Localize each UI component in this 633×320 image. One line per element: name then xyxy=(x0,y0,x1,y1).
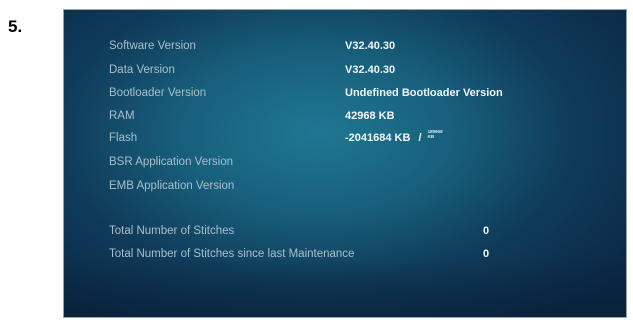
flash-total-bottom: KB xyxy=(427,134,435,139)
flash-label: Flash xyxy=(109,132,138,144)
flash-total: 180608 KB xyxy=(428,129,443,139)
stitches-since-maintenance-label: Total Number of Stitches since last Main… xyxy=(109,248,355,260)
info-row-data-version: Data Version V32.40.30 xyxy=(109,63,395,77)
stitch-row-total: Total Number of Stitches 0 xyxy=(109,224,489,238)
software-version-value: V32.40.30 xyxy=(345,40,396,52)
emb-application-version-label: EMB Application Version xyxy=(109,180,235,192)
data-version-label: Data Version xyxy=(109,64,175,76)
info-row-bootloader-version: Bootloader Version Undefined Bootloader … xyxy=(109,86,503,100)
bootloader-version-value: Undefined Bootloader Version xyxy=(345,87,503,99)
ram-label: RAM xyxy=(109,110,135,122)
step-number: 5. xyxy=(8,17,23,36)
stitches-since-maintenance-value: 0 xyxy=(483,248,490,260)
page: 5. Software Version V32.40.30 Data Versi… xyxy=(0,0,633,320)
info-row-bsr-application-version: BSR Application Version xyxy=(109,155,233,169)
info-row-flash: Flash -2041684 KB / 180608 KB xyxy=(109,129,443,145)
software-version-label: Software Version xyxy=(109,40,196,52)
bootloader-version-label: Bootloader Version xyxy=(109,87,207,99)
stitch-row-since-maintenance: Total Number of Stitches since last Main… xyxy=(109,247,489,261)
bsr-application-version-label: BSR Application Version xyxy=(109,156,234,168)
machine-info-screen: Software Version V32.40.30 Data Version … xyxy=(63,9,627,318)
info-row-ram: RAM 42968 KB xyxy=(109,109,395,123)
flash-separator: / xyxy=(418,132,422,144)
flash-value: -2041684 KB xyxy=(345,132,411,144)
data-version-value: V32.40.30 xyxy=(345,64,396,76)
total-stitches-label: Total Number of Stitches xyxy=(109,225,235,237)
flash-value-group: -2041684 KB / 180608 KB xyxy=(345,129,443,145)
info-row-emb-application-version: EMB Application Version xyxy=(109,179,234,193)
info-row-software-version: Software Version V32.40.30 xyxy=(109,39,395,53)
ram-value: 42968 KB xyxy=(345,110,395,122)
total-stitches-value: 0 xyxy=(483,225,490,237)
